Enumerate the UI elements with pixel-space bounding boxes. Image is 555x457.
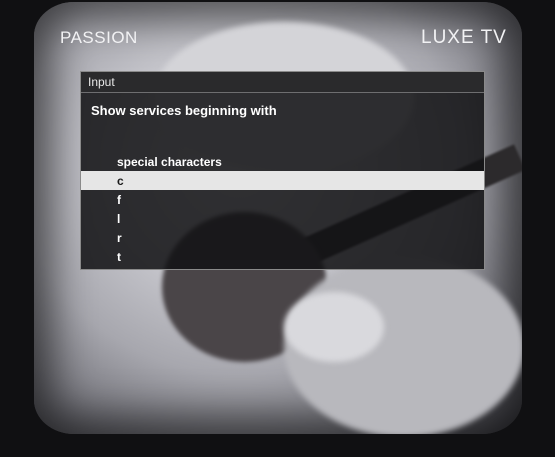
dialog-prompt: Show services beginning with — [91, 103, 277, 118]
choice-list: special characters c f l r t — [81, 152, 484, 266]
choice-l[interactable]: l — [81, 209, 484, 228]
channel-logo: PASSION — [60, 28, 138, 47]
choice-t[interactable]: t — [81, 247, 484, 266]
tv-screen: PASSION LUXE TV Input Show services begi… — [0, 0, 555, 457]
choice-f[interactable]: f — [81, 190, 484, 209]
dialog-title: Input — [81, 72, 484, 93]
choice-special-characters[interactable]: special characters — [81, 152, 484, 171]
provider-logo: LUXE TV — [421, 27, 507, 48]
video-thumb — [284, 292, 384, 362]
choice-c[interactable]: c — [81, 171, 484, 190]
input-dialog: Input Show services beginning with speci… — [80, 71, 485, 270]
choice-r[interactable]: r — [81, 228, 484, 247]
